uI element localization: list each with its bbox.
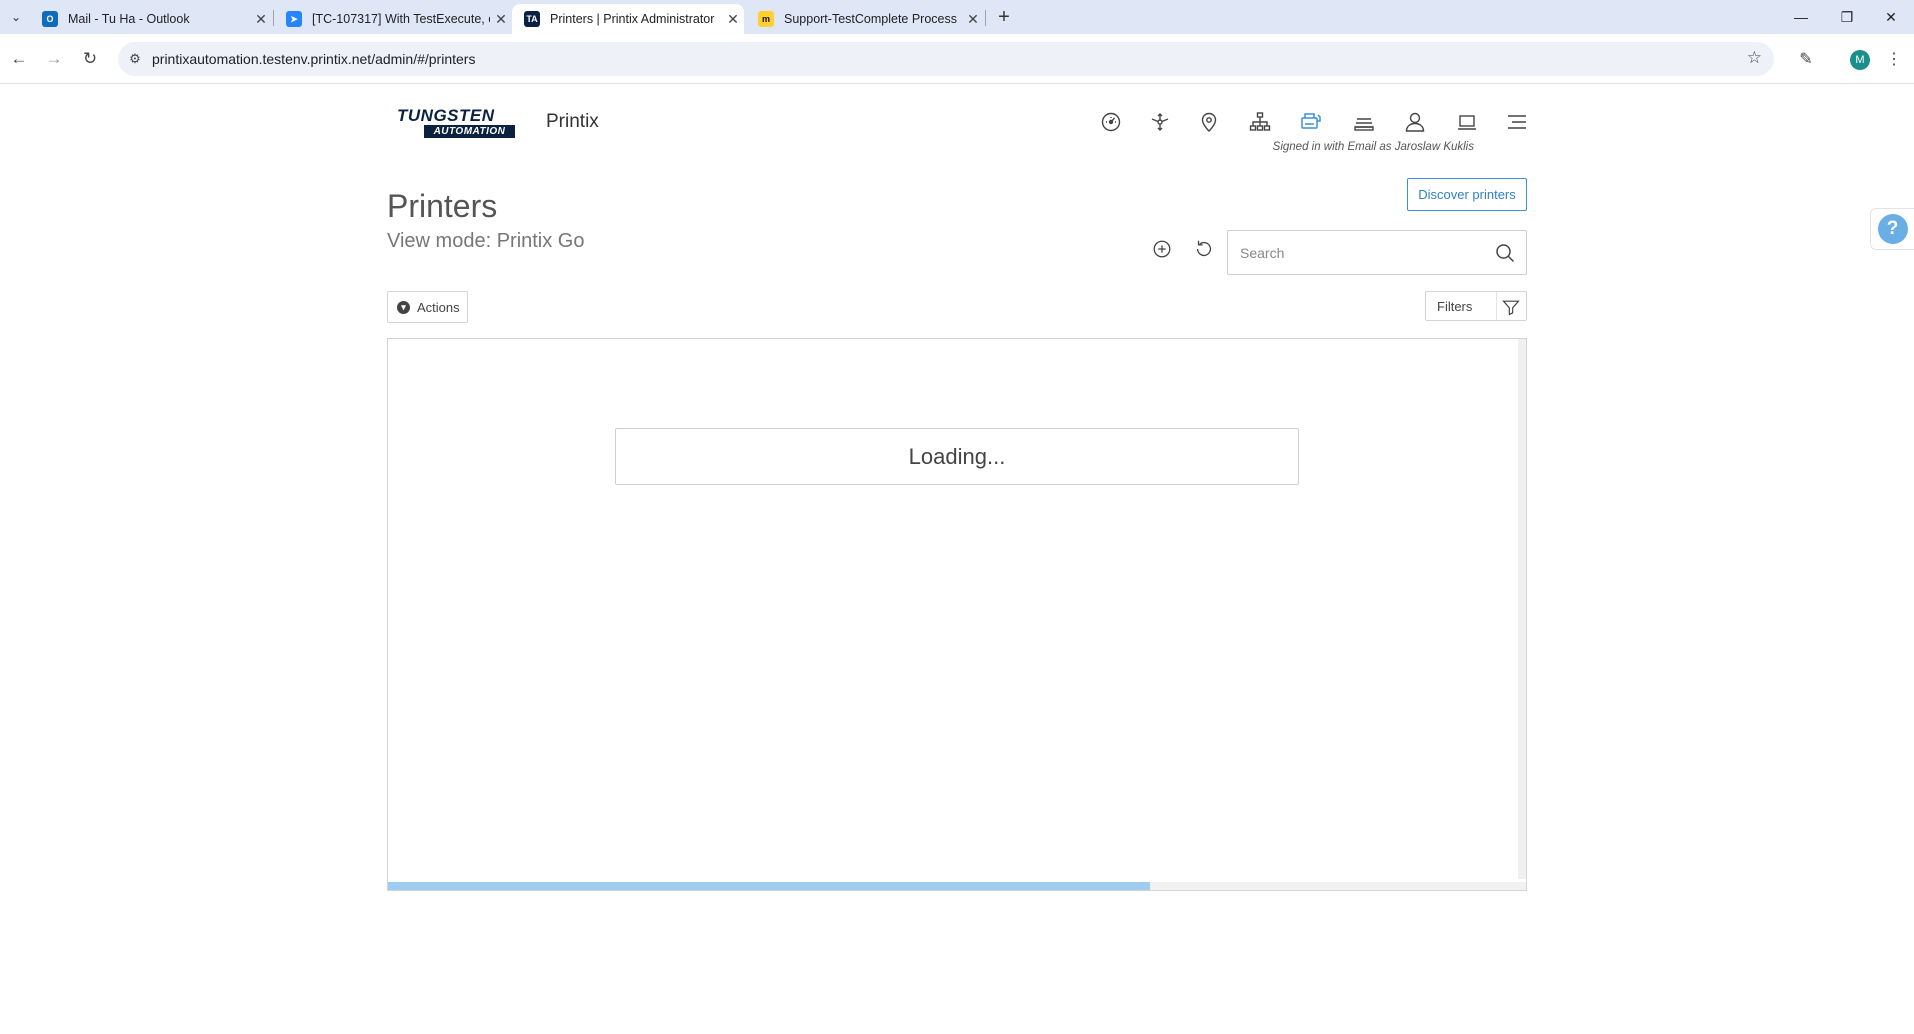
user-icon[interactable]	[1401, 108, 1429, 136]
tungsten-automation-logo[interactable]: TUNGSTEN AUTOMATION	[397, 107, 515, 139]
print-queues-icon[interactable]	[1350, 108, 1378, 136]
address-bar[interactable]: ⚙ printixautomation.testenv.printix.net/…	[118, 42, 1774, 76]
computer-icon[interactable]	[1453, 108, 1481, 136]
close-tab-icon[interactable]: ✕	[250, 11, 272, 28]
browser-tab-strip: ⌄ O Mail - Tu Ha - Outlook ✕ ➤ [TC-10731…	[0, 0, 1914, 34]
jira-icon: ➤	[286, 11, 302, 27]
loading-progress-fill	[388, 882, 1151, 890]
forward-arrow-icon[interactable]: →	[40, 45, 68, 73]
signed-in-text: Signed in with Email as Jaroslaw Kuklis	[1272, 141, 1474, 153]
browser-menu-icon[interactable]: ⋮	[1881, 46, 1907, 72]
url-text[interactable]: printixautomation.testenv.printix.net/ad…	[152, 51, 475, 67]
close-tab-icon[interactable]: ✕	[962, 11, 984, 28]
tab-title: Printers | Printix Administrator	[550, 12, 715, 26]
tab-title: [TC-107317] With TestExecute, c	[312, 12, 490, 26]
tab-search-chevron-icon[interactable]: ⌄	[6, 7, 26, 27]
search-input[interactable]	[1240, 241, 1480, 265]
network-icon[interactable]	[1146, 108, 1174, 136]
menu-icon[interactable]	[1503, 108, 1531, 136]
outlook-icon: O	[42, 11, 58, 27]
loading-indicator: Loading...	[615, 428, 1299, 485]
printers-table-panel: Loading...	[387, 338, 1527, 891]
actions-button[interactable]: ▾ Actions	[387, 291, 468, 323]
browser-tab-jira[interactable]: ➤ [TC-107317] With TestExecute, c ✕	[274, 4, 512, 34]
chevron-down-icon: ▾	[397, 300, 410, 314]
browser-tab-outlook[interactable]: O Mail - Tu Ha - Outlook ✕	[30, 4, 272, 34]
vertical-scrollbar[interactable]	[1518, 339, 1526, 879]
browser-toolbar: ← → ↻ ⚙ printixautomation.testenv.printi…	[0, 34, 1914, 84]
new-tab-plus-icon[interactable]: +	[992, 5, 1016, 29]
miro-icon: m	[758, 11, 774, 27]
close-tab-icon[interactable]: ✕	[722, 11, 744, 28]
close-tab-icon[interactable]: ✕	[490, 11, 512, 28]
app-name: Printix	[546, 111, 599, 132]
discover-printers-button[interactable]: Discover printers	[1407, 178, 1527, 211]
browser-tab-printix[interactable]: TA Printers | Printix Administrator ✕	[512, 4, 744, 34]
minimize-icon[interactable]: —	[1778, 0, 1824, 34]
extensions-puzzle-icon[interactable]: ✎	[1793, 46, 1819, 72]
bookmark-star-icon[interactable]: ☆	[1747, 48, 1762, 68]
search-box	[1227, 230, 1527, 275]
dashboard-icon[interactable]	[1097, 108, 1125, 136]
loading-progress-bar	[388, 882, 1526, 890]
back-arrow-icon[interactable]: ←	[5, 45, 33, 73]
hierarchy-icon[interactable]	[1246, 108, 1274, 136]
reload-icon[interactable]: ↻	[76, 45, 104, 73]
filters-label: Filters	[1437, 299, 1473, 314]
browser-tab-miro[interactable]: m Support-TestComplete Process ✕	[746, 4, 984, 34]
refresh-icon[interactable]	[1191, 236, 1217, 262]
close-window-icon[interactable]: ✕	[1868, 0, 1914, 34]
site-info-icon[interactable]: ⚙	[118, 51, 152, 67]
actions-label: Actions	[417, 299, 460, 315]
view-mode-label: View mode: Printix Go	[387, 230, 585, 252]
add-circle-icon[interactable]	[1149, 236, 1175, 262]
restore-icon[interactable]: ❐	[1824, 0, 1870, 34]
filters-button[interactable]: Filters	[1425, 291, 1527, 321]
tab-divider	[985, 10, 986, 26]
help-button[interactable]: ?	[1870, 208, 1914, 250]
page-title: Printers	[387, 188, 498, 224]
filters-divider	[1496, 292, 1497, 320]
help-question-icon: ?	[1877, 214, 1908, 244]
tab-title: Mail - Tu Ha - Outlook	[68, 12, 190, 26]
location-icon[interactable]	[1195, 108, 1223, 136]
ta-icon: TA	[524, 11, 540, 27]
filter-funnel-icon	[1502, 300, 1520, 316]
search-icon[interactable]	[1493, 241, 1517, 265]
profile-avatar[interactable]: M	[1850, 50, 1870, 70]
tab-title: Support-TestComplete Process	[784, 12, 957, 26]
printers-icon[interactable]	[1297, 108, 1325, 136]
